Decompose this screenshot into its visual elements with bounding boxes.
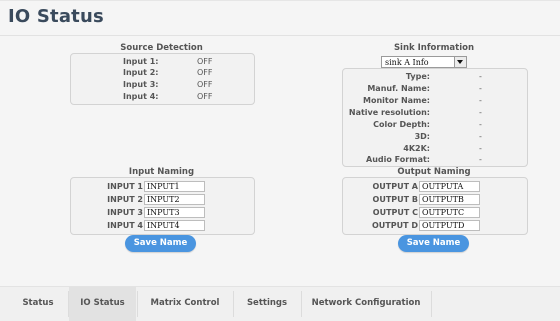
chevron-down-icon <box>457 60 463 64</box>
input-2-status: OFF <box>197 68 213 77</box>
input-naming-heading: Input Naming <box>128 167 195 177</box>
page-title: IO Status <box>8 6 104 27</box>
output-c-name-field[interactable] <box>419 207 480 218</box>
sink-native-resolution-value: - <box>479 108 482 117</box>
sink-info-box: Type: - Manuf. Name: - Monitor Name: - N… <box>342 68 528 167</box>
output-d-name-field[interactable] <box>419 220 480 231</box>
source-detection-box: Input 1: OFF Input 2: OFF Input 3: OFF I… <box>70 53 255 105</box>
sink-monitor-name-label: Monitor Name: <box>363 96 430 105</box>
tab-settings[interactable]: Settings <box>234 287 300 321</box>
source-detection-heading: Source Detection <box>120 43 203 53</box>
sink-monitor-name-value: - <box>479 96 482 105</box>
output-a-name-label: OUTPUT A <box>372 182 418 191</box>
input-1-name-label: INPUT 1 <box>107 182 143 191</box>
output-b-name-label: OUTPUT B <box>372 195 418 204</box>
output-d-name-label: OUTPUT D <box>372 221 418 230</box>
sink-color-depth-label: Color Depth: <box>373 120 430 129</box>
sink-4k2k-value: - <box>479 144 482 153</box>
sink-3d-label: 3D: <box>414 132 430 141</box>
tab-bar: Status IO Status Matrix Control Settings… <box>0 286 560 321</box>
input-1-label: Input 1: <box>123 57 159 66</box>
sink-manuf-name-value: - <box>479 84 482 93</box>
io-status-panel: IO Status Source Detection Input 1: OFF … <box>0 0 560 321</box>
sink-3d-value: - <box>479 132 482 141</box>
sink-type-value: - <box>479 72 482 81</box>
input-4-name-field[interactable] <box>144 220 205 231</box>
tab-status[interactable]: Status <box>9 287 67 321</box>
sink-information-heading: Sink Information <box>393 43 475 53</box>
output-b-name-field[interactable] <box>419 194 480 205</box>
sink-4k2k-label: 4K2K: <box>403 144 430 153</box>
output-c-name-label: OUTPUT C <box>372 208 418 217</box>
input-4-status: OFF <box>197 92 213 101</box>
sink-select[interactable]: sink A Info <box>381 56 467 68</box>
save-output-names-button[interactable]: Save Name <box>398 235 469 252</box>
save-input-names-button[interactable]: Save Name <box>125 235 196 252</box>
input-3-label: Input 3: <box>123 80 159 89</box>
tab-io-status[interactable]: IO Status <box>69 287 136 321</box>
input-2-name-field[interactable] <box>144 194 205 205</box>
sink-manuf-name-label: Manuf. Name: <box>367 84 430 93</box>
input-2-name-label: INPUT 2 <box>107 195 143 204</box>
input-4-label: Input 4: <box>123 92 159 101</box>
input-1-status: OFF <box>197 57 213 66</box>
sink-type-label: Type: <box>405 72 430 81</box>
tab-matrix-control[interactable]: Matrix Control <box>138 287 232 321</box>
sink-audio-format-value: - <box>479 155 482 164</box>
input-3-name-label: INPUT 3 <box>107 208 143 217</box>
output-naming-box: OUTPUT A OUTPUT B OUTPUT C OUTPUT D <box>342 177 528 235</box>
input-3-name-field[interactable] <box>144 207 205 218</box>
input-4-name-label: INPUT 4 <box>107 221 143 230</box>
tab-network-configuration[interactable]: Network Configuration <box>302 287 430 321</box>
input-1-name-field[interactable] <box>144 181 205 192</box>
sink-audio-format-label: Audio Format: <box>366 155 430 164</box>
title-divider <box>0 35 560 36</box>
sink-color-depth-value: - <box>479 120 482 129</box>
input-naming-box: INPUT 1 INPUT 2 INPUT 3 INPUT 4 <box>70 177 255 235</box>
dropdown-button[interactable] <box>454 57 466 67</box>
input-2-label: Input 2: <box>123 68 159 77</box>
sink-native-resolution-label: Native resolution: <box>348 108 430 117</box>
tab-separator <box>431 291 432 317</box>
output-naming-heading: Output Naming <box>397 167 471 177</box>
sink-select-value: sink A Info <box>385 58 429 67</box>
output-a-name-field[interactable] <box>419 181 480 192</box>
input-3-status: OFF <box>197 80 213 89</box>
